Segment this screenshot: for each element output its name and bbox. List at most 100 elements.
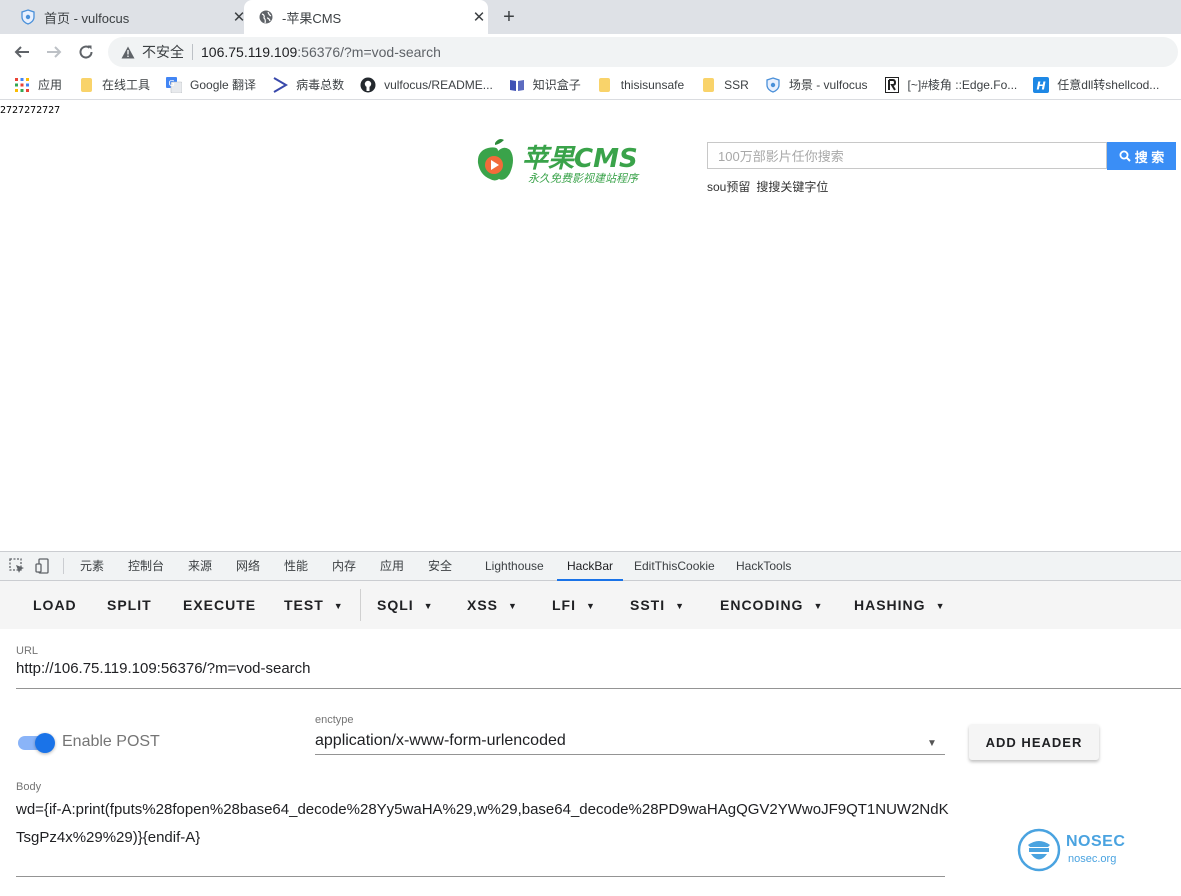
bookmark-label: vulfocus/README... [384,77,493,92]
dropdown-caret-icon: ▼ [675,601,686,612]
test-menu-button[interactable]: TEST ▼ [284,581,344,629]
search-button[interactable]: 搜 索 [1107,142,1176,170]
url-field[interactable]: http://106.75.119.109:56376/?m=vod-searc… [16,660,311,677]
warning-triangle-icon[interactable] [120,44,136,60]
toggle-knob[interactable] [35,733,55,753]
devtools-tab-lighthouse[interactable]: Lighthouse [485,552,544,581]
bookmarks-bar: 应用 在线工具 G Google 翻译 病毒总数 vulfocus/README… [0,70,1181,100]
hot-word[interactable]: sou预留 [707,178,750,195]
apps-grid-icon [14,77,30,93]
omnibox-divider [192,44,193,60]
devtools-tab-application[interactable]: 应用 [380,552,404,581]
hot-word[interactable]: 搜搜关键字位 [756,178,828,195]
dropdown-caret-icon: ▼ [508,601,518,612]
dropdown-caret-icon: ▼ [586,601,596,612]
logo-text: 苹果CMS [522,144,638,174]
devtools-tab-elements[interactable]: 元素 [80,552,104,581]
devtools-tab-memory[interactable]: 内存 [332,552,356,581]
split-button[interactable]: SPLIT [107,581,152,629]
watermark-brand: NOSEC [1066,833,1126,850]
bookmark-label: 任意dll转shellcod... [1057,78,1160,92]
url-path: :56376/?m=vod-search [297,44,441,60]
devtools-tab-performance[interactable]: 性能 [284,552,308,581]
vulfocus-shield-icon [20,9,36,25]
bookmark-apps[interactable]: 应用 [14,76,62,93]
folder-icon [700,77,716,93]
bookmark-label: 知识盒子 [532,78,581,92]
folder-icon [78,77,94,93]
xss-menu-button[interactable]: XSS ▼ [467,581,518,629]
bookmark-github-readme[interactable]: vulfocus/README... [360,77,493,93]
new-tab-button[interactable]: + [498,6,520,28]
bookmark-label: 病毒总数 [296,78,345,92]
dropdown-arrow-icon[interactable]: ▼ [927,738,937,749]
hackbar-toolbar: LOAD SPLIT EXECUTE TEST ▼ SQLI ▼ XSS ▼ LFI ▼… [0,581,1181,629]
bookmark-knowledge-box[interactable]: 知识盒子 [509,76,581,93]
lfi-menu-button[interactable]: LFI ▼ [552,581,596,629]
address-bar[interactable]: 不安全 106.75.119.109 :56376/?m=vod-search [108,37,1178,67]
close-tab-icon[interactable]: ✕ [470,8,488,26]
globe-icon [258,9,274,25]
devtools-tab-console[interactable]: 控制台 [128,552,164,581]
bookmark-dll-shellcode[interactable]: H 任意dll转shellcod... [1033,76,1159,93]
sqli-menu-button[interactable]: SQLI ▼ [377,581,434,629]
add-header-button[interactable]: ADD HEADER [969,724,1099,760]
enctype-label: enctype [315,714,354,726]
back-arrow-icon[interactable] [10,40,34,64]
hot-words: sou预留 搜搜关键字位 [707,178,828,195]
device-toolbar-icon[interactable] [35,558,51,574]
devtools-divider [63,558,64,574]
bookmark-label: [~]#棱角 ::Edge.Fo... [907,78,1018,92]
search-button-label: 搜 索 [1134,149,1165,165]
body-field-underline [16,876,945,877]
bookmark-edge-forum[interactable]: [~]#棱角 ::Edge.Fo... [884,76,1018,93]
url-field-label: URL [16,645,39,657]
watermark-site: nosec.org [1068,853,1117,865]
bookmark-vulfocus-scenes[interactable]: 场景 - vulfocus [765,76,868,93]
enable-post-label: Enable POST [62,733,160,750]
bookmark-thisisunsafe[interactable]: thisisunsafe [597,77,684,93]
hashing-menu-button[interactable]: HASHING ▼ [854,581,945,629]
bookmark-google-translate[interactable]: G Google 翻译 [166,76,256,93]
load-button[interactable]: LOAD [33,581,77,629]
devtools-tab-hackbar[interactable]: HackBar [557,552,624,581]
inspect-element-icon[interactable] [9,558,25,574]
printed-output: 2727272727 [0,105,61,116]
pingguo-cms-logo[interactable]: 苹果CMS 永久免费影视建站程序 [470,137,672,189]
bookmark-virustotal[interactable]: 病毒总数 [272,76,344,93]
bookmark-ssr[interactable]: SSR [700,77,749,93]
google-translate-icon: G [166,76,183,93]
tab-title: -苹果CMS [282,10,342,26]
dropdown-caret-icon: ▼ [935,601,946,612]
devtools-tab-hacktools[interactable]: HackTools [736,552,791,581]
bookmark-label: 场景 - vulfocus [788,78,868,92]
security-status-label[interactable]: 不安全 [142,42,184,62]
search-placeholder: 100万部影片任你搜索 [718,149,844,164]
svg-text:G: G [169,79,175,88]
ssti-menu-button[interactable]: SSTI ▼ [630,581,685,629]
forward-arrow-icon[interactable] [42,40,66,64]
dropdown-caret-icon: ▼ [813,601,824,612]
encoding-menu-button[interactable]: ENCODING ▼ [720,581,823,629]
body-field[interactable]: wd={if-A:print(fputs%28fopen%28base64_de… [16,796,951,852]
bookmark-label: SSR [724,77,749,92]
logo-slogan: 永久免费影视建站程序 [528,172,640,185]
devtools-tab-security[interactable]: 安全 [428,552,452,581]
tab-pingguo-cms[interactable]: -苹果CMS ✕ [244,0,488,34]
dropdown-caret-icon: ▼ [423,601,434,612]
url-host: 106.75.119.109 [201,44,298,60]
vulfocus-icon [765,76,781,93]
bookmark-online-tools[interactable]: 在线工具 [78,76,150,93]
virustotal-icon [272,76,289,93]
search-input[interactable]: 100万部影片任你搜索 [707,142,1107,169]
devtools-tab-sources[interactable]: 来源 [188,552,212,581]
reload-icon[interactable] [74,40,98,64]
devtools-tab-editthiscookie[interactable]: EditThisCookie [634,552,715,581]
execute-button[interactable]: EXECUTE [183,581,256,629]
enctype-select[interactable]: application/x-www-form-urlencoded [315,732,566,750]
nosec-watermark: NOSEC nosec.org [1016,827,1146,875]
devtools-tab-network[interactable]: 网络 [236,552,260,581]
dropdown-caret-icon: ▼ [333,601,344,612]
tab-vulfocus-home[interactable]: 首页 - vulfocus ✕ [12,0,248,34]
folder-icon [597,77,613,93]
